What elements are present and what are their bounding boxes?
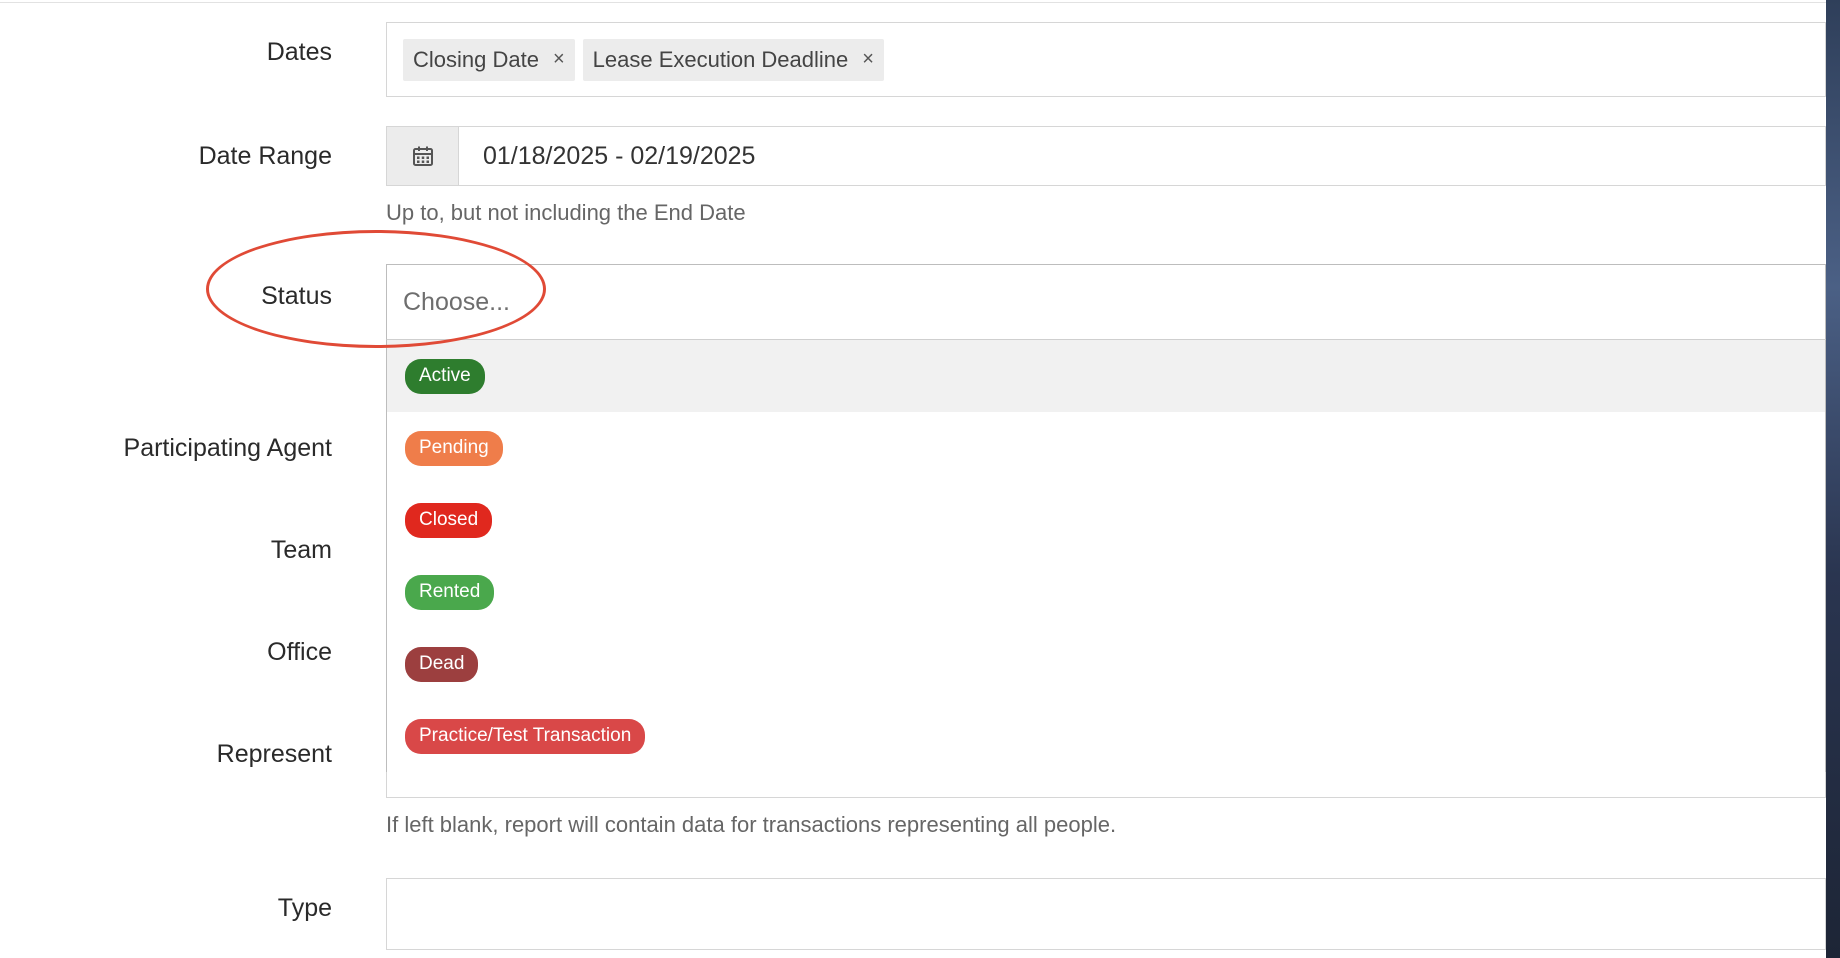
dates-tag-input[interactable]: Closing Date × Lease Execution Deadline … bbox=[386, 22, 1826, 97]
remove-tag-icon[interactable]: × bbox=[862, 48, 874, 71]
status-badge: Active bbox=[405, 358, 485, 394]
status-option-dead[interactable]: Dead bbox=[387, 628, 1825, 700]
annotation-ellipse bbox=[206, 230, 546, 348]
date-tag: Closing Date × bbox=[403, 38, 575, 81]
calendar-icon bbox=[412, 146, 433, 166]
date-range-field[interactable]: 01/18/2025 - 02/19/2025 bbox=[386, 126, 1826, 186]
type-label: Type bbox=[277, 894, 332, 922]
calendar-button[interactable] bbox=[387, 127, 459, 185]
background-window-edge bbox=[1826, 0, 1840, 958]
office-label: Office bbox=[267, 638, 332, 666]
date-range-value[interactable]: 01/18/2025 - 02/19/2025 bbox=[459, 127, 755, 185]
team-label: Team bbox=[270, 536, 332, 564]
type-select[interactable] bbox=[386, 878, 1826, 950]
status-badge: Practice/Test Transaction bbox=[405, 718, 646, 754]
status-option-closed[interactable]: Closed bbox=[387, 484, 1825, 556]
status-badge: Rented bbox=[405, 574, 495, 610]
status-select[interactable]: Choose... bbox=[386, 264, 1826, 340]
date-range-help: Up to, but not including the End Date bbox=[386, 200, 746, 225]
status-option-practice-test[interactable]: Practice/Test Transaction bbox=[387, 700, 1825, 772]
date-tag: Lease Execution Deadline × bbox=[582, 38, 884, 81]
status-badge: Pending bbox=[405, 430, 503, 466]
status-option-active[interactable]: Active bbox=[387, 340, 1825, 412]
date-range-label: Date Range bbox=[198, 142, 332, 170]
represent-label: Represent bbox=[216, 740, 332, 768]
date-tag-label: Lease Execution Deadline bbox=[592, 46, 849, 72]
represent-field[interactable] bbox=[386, 772, 1826, 798]
status-dropdown: Active Pending Closed Rented Dead Practi… bbox=[386, 339, 1826, 773]
report-filter-form: Dates Closing Date × Lease Execution Dea… bbox=[0, 0, 1840, 958]
status-badge: Dead bbox=[405, 646, 479, 682]
status-option-rented[interactable]: Rented bbox=[387, 556, 1825, 628]
dates-label: Dates bbox=[266, 38, 332, 66]
status-option-pending[interactable]: Pending bbox=[387, 412, 1825, 484]
remove-tag-icon[interactable]: × bbox=[553, 48, 565, 71]
date-tag-label: Closing Date bbox=[413, 46, 539, 72]
status-badge: Closed bbox=[405, 502, 493, 538]
represent-help: If left blank, report will contain data … bbox=[386, 812, 1117, 837]
divider bbox=[0, 2, 1826, 3]
participating-agent-label: Participating Agent bbox=[123, 434, 332, 462]
